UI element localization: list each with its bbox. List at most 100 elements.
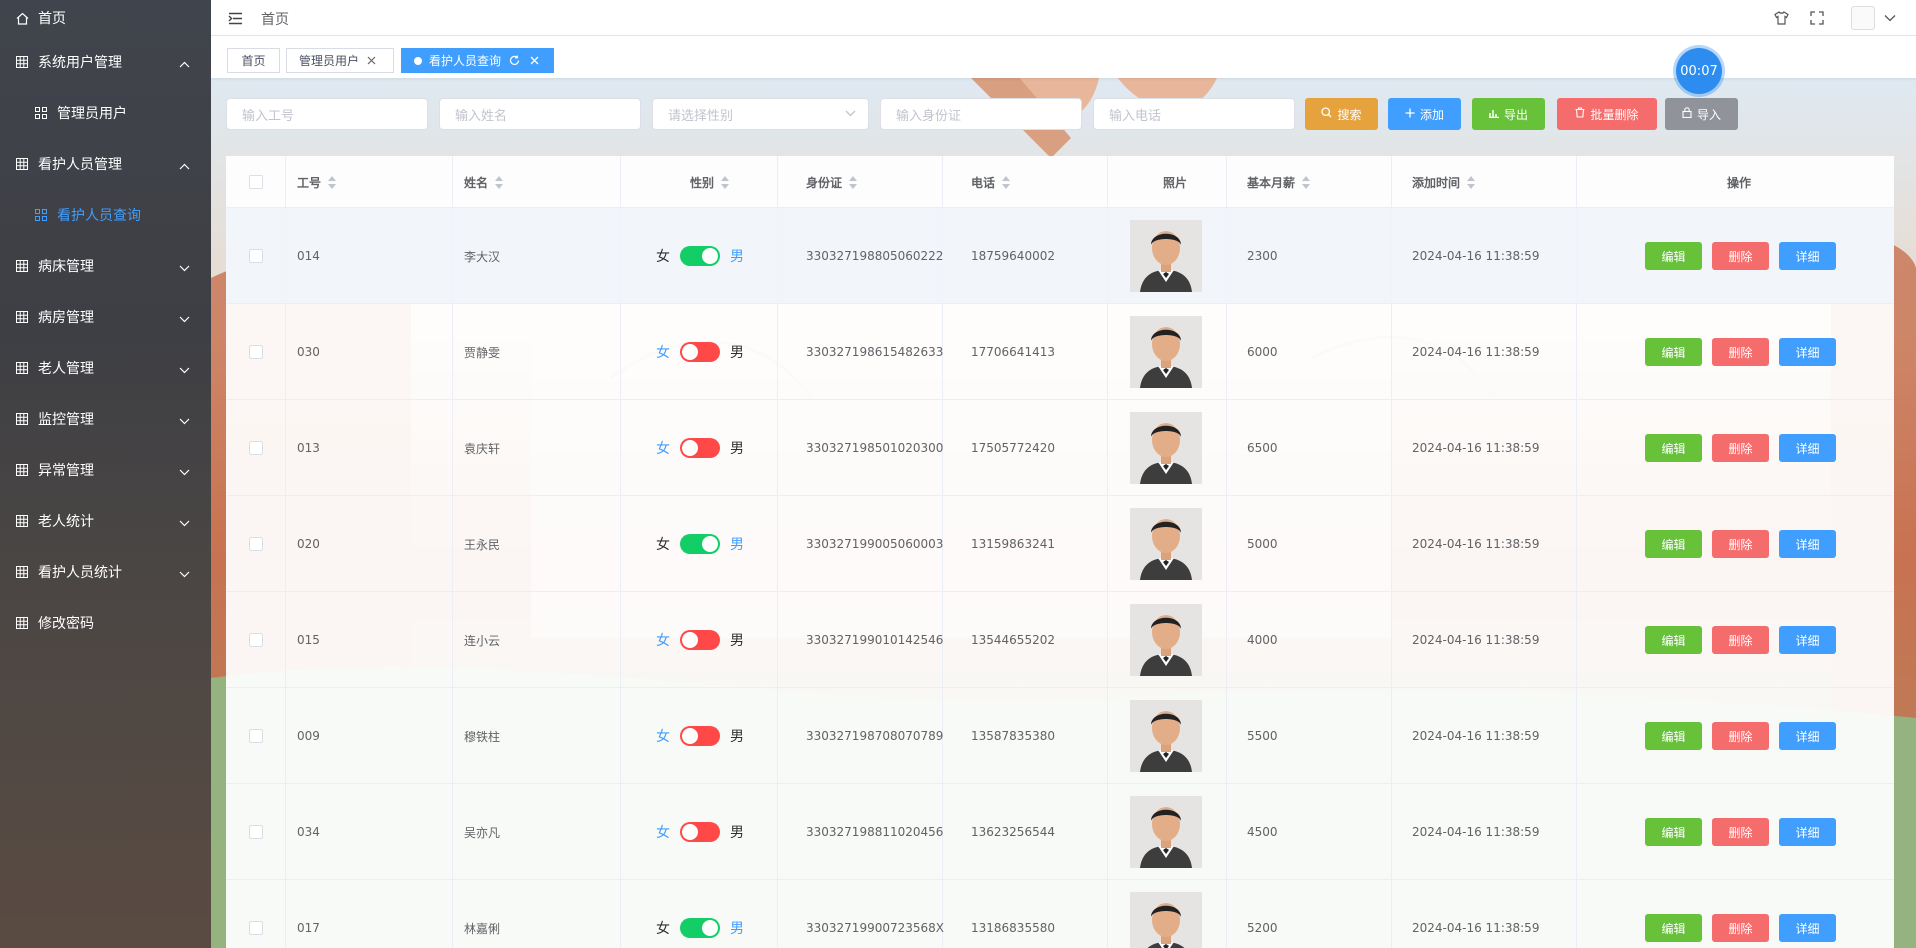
gender-switch[interactable] (680, 438, 720, 458)
column-header-work-no[interactable]: 工号 (297, 156, 337, 208)
tag-home[interactable]: 首页 (227, 48, 280, 73)
table-row[interactable]: 030 贾静雯女男 330327198615482633 17706641413 600… (226, 304, 1894, 400)
sidebar-item-system-users[interactable]: 系统用户管理 (0, 36, 211, 87)
gender-female-label[interactable]: 女 (656, 918, 670, 938)
avatar-photo[interactable] (1130, 508, 1202, 580)
avatar-photo[interactable] (1130, 796, 1202, 868)
gender-male-label[interactable]: 男 (730, 438, 744, 458)
detail-button[interactable]: 详细 (1779, 530, 1836, 558)
add-button[interactable]: 添加 (1388, 98, 1461, 130)
row-checkbox[interactable] (249, 633, 263, 647)
table-row[interactable]: 020 王永民女男 330327199005060003 13159863241 500… (226, 496, 1894, 592)
row-checkbox[interactable] (249, 249, 263, 263)
sidebar-item-caregiver-stats[interactable]: 看护人员统计 (0, 546, 211, 597)
avatar[interactable] (1851, 6, 1875, 30)
column-header-time[interactable]: 添加时间 (1412, 156, 1476, 208)
edit-button[interactable]: 编辑 (1645, 626, 1702, 654)
gender-female-label[interactable]: 女 (656, 438, 670, 458)
row-checkbox[interactable] (249, 537, 263, 551)
avatar-photo[interactable] (1130, 316, 1202, 388)
edit-button[interactable]: 编辑 (1645, 434, 1702, 462)
gender-female-label[interactable]: 女 (656, 246, 670, 266)
sort-icon[interactable] (721, 175, 730, 189)
edit-button[interactable]: 编辑 (1645, 722, 1702, 750)
sort-icon[interactable] (849, 175, 858, 189)
sort-icon[interactable] (495, 175, 504, 189)
column-header-name[interactable]: 姓名 (464, 156, 504, 208)
row-checkbox[interactable] (249, 729, 263, 743)
delete-button[interactable]: 删除 (1712, 338, 1769, 366)
sidebar-item-elderly-stats[interactable]: 老人统计 (0, 495, 211, 546)
gender-male-label[interactable]: 男 (730, 822, 744, 842)
avatar-photo[interactable] (1130, 604, 1202, 676)
gender-switch[interactable] (680, 726, 720, 746)
detail-button[interactable]: 详细 (1779, 338, 1836, 366)
sort-icon[interactable] (328, 175, 337, 189)
avatar-photo[interactable] (1130, 220, 1202, 292)
sidebar-item-monitor-mgmt[interactable]: 监控管理 (0, 393, 211, 444)
column-header-phone[interactable]: 电话 (971, 156, 1011, 208)
gender-male-label[interactable]: 男 (730, 534, 744, 554)
sort-icon[interactable] (1302, 175, 1311, 189)
gender-switch[interactable] (680, 918, 720, 938)
tag-caregiver-query[interactable]: 看护人员查询 (401, 48, 554, 73)
gender-switch[interactable] (680, 822, 720, 842)
delete-button[interactable]: 删除 (1712, 818, 1769, 846)
edit-button[interactable]: 编辑 (1645, 914, 1702, 942)
edit-button[interactable]: 编辑 (1645, 818, 1702, 846)
gender-switch[interactable] (680, 246, 720, 266)
row-checkbox[interactable] (249, 441, 263, 455)
work-no-input[interactable]: 输入工号 (226, 98, 428, 130)
table-row[interactable]: 034 吴亦凡女男 330327198811020456 13623256544 450… (226, 784, 1894, 880)
gender-male-label[interactable]: 男 (730, 726, 744, 746)
row-checkbox[interactable] (249, 345, 263, 359)
delete-button[interactable]: 删除 (1712, 914, 1769, 942)
fullscreen-icon[interactable] (1809, 10, 1825, 26)
sidebar-item-bed-mgmt[interactable]: 病床管理 (0, 240, 211, 291)
gender-female-label[interactable]: 女 (656, 630, 670, 650)
table-row[interactable]: 017 林嘉俐女男 33032719900723568X 13186835580 520… (226, 880, 1894, 948)
sidebar-item-change-password[interactable]: 修改密码 (0, 597, 211, 648)
search-button[interactable]: 搜索 (1305, 98, 1378, 130)
detail-button[interactable]: 详细 (1779, 434, 1836, 462)
breadcrumb[interactable]: 首页 (261, 9, 289, 29)
table-row[interactable]: 015 连小云女男 330327199010142546 13544655202 400… (226, 592, 1894, 688)
detail-button[interactable]: 详细 (1779, 914, 1836, 942)
sidebar-item-home[interactable]: 首页 (0, 0, 211, 36)
delete-button[interactable]: 删除 (1712, 626, 1769, 654)
delete-button[interactable]: 删除 (1712, 434, 1769, 462)
column-header-id-card[interactable]: 身份证 (806, 156, 858, 208)
avatar-photo[interactable] (1130, 700, 1202, 772)
gender-female-label[interactable]: 女 (656, 726, 670, 746)
sidebar-item-exception-mgmt[interactable]: 异常管理 (0, 444, 211, 495)
gender-female-label[interactable]: 女 (656, 342, 670, 362)
edit-button[interactable]: 编辑 (1645, 530, 1702, 558)
avatar-photo[interactable] (1130, 892, 1202, 948)
detail-button[interactable]: 详细 (1779, 722, 1836, 750)
gender-male-label[interactable]: 男 (730, 918, 744, 938)
gender-male-label[interactable]: 男 (730, 342, 744, 362)
gender-female-label[interactable]: 女 (656, 534, 670, 554)
id-card-input[interactable]: 输入身份证 (880, 98, 1082, 130)
shirt-icon[interactable] (1773, 10, 1789, 26)
batch-delete-button[interactable]: 批量删除 (1557, 98, 1657, 130)
column-header-gender[interactable]: 性别 (690, 156, 730, 208)
close-icon[interactable] (530, 56, 539, 65)
import-button[interactable]: 导入 (1665, 98, 1738, 130)
row-checkbox[interactable] (249, 825, 263, 839)
table-row[interactable]: 014 李大汉女男 330327198805060222 18759640002 230… (226, 208, 1894, 304)
avatar-photo[interactable] (1130, 412, 1202, 484)
table-row[interactable]: 013 袁庆轩女男 330327198501020300 17505772420 650… (226, 400, 1894, 496)
tag-admin-users[interactable]: 管理员用户 (286, 48, 394, 73)
sort-icon[interactable] (1467, 175, 1476, 189)
gender-male-label[interactable]: 男 (730, 630, 744, 650)
edit-button[interactable]: 编辑 (1645, 338, 1702, 366)
delete-button[interactable]: 删除 (1712, 242, 1769, 270)
row-checkbox[interactable] (249, 921, 263, 935)
detail-button[interactable]: 详细 (1779, 626, 1836, 654)
gender-female-label[interactable]: 女 (656, 822, 670, 842)
sidebar-item-elderly-mgmt[interactable]: 老人管理 (0, 342, 211, 393)
edit-button[interactable]: 编辑 (1645, 242, 1702, 270)
menu-fold-icon[interactable] (227, 10, 243, 26)
detail-button[interactable]: 详细 (1779, 242, 1836, 270)
